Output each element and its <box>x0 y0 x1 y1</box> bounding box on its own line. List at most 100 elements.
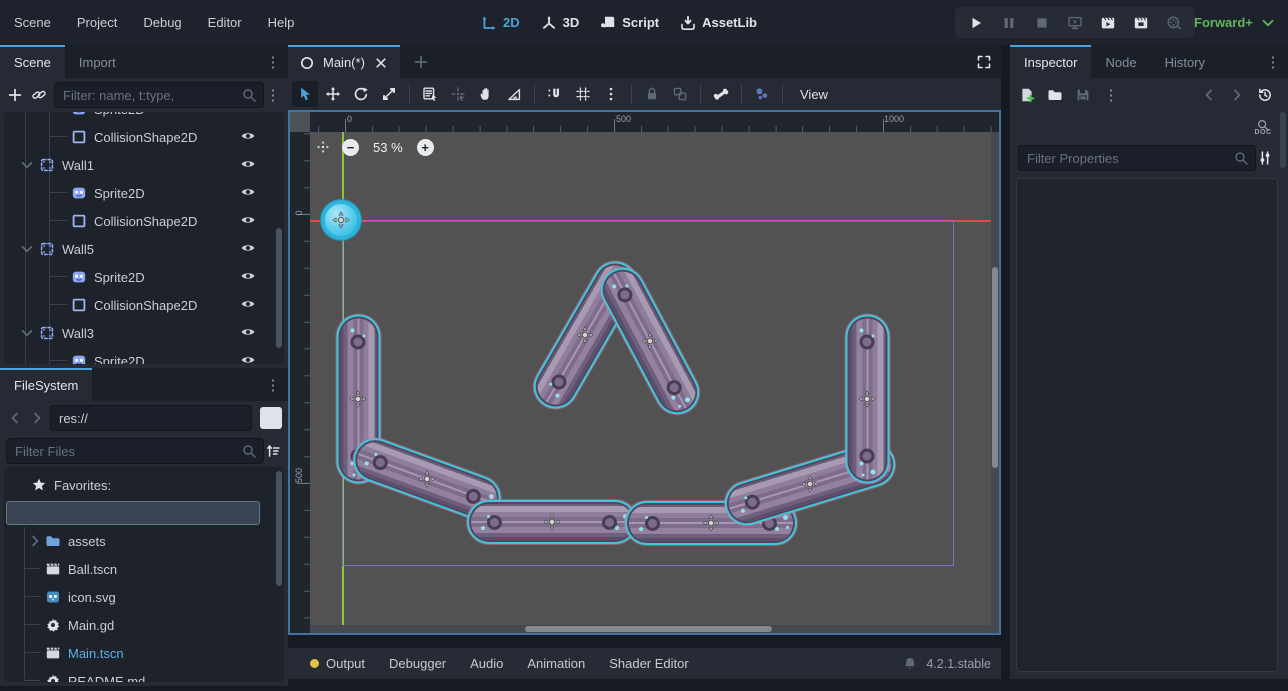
nav-forward-button[interactable] <box>28 409 46 427</box>
menu-project[interactable]: Project <box>77 15 117 30</box>
sort-files-icon[interactable] <box>264 442 282 460</box>
file-row-favorites-[interactable]: Favorites: <box>4 471 276 499</box>
nav-back-button[interactable] <box>6 409 24 427</box>
scale-tool-button[interactable] <box>376 81 402 107</box>
play-custom-scene-icon[interactable] <box>1132 14 1150 32</box>
file-row-res-[interactable]: res:// <box>4 499 276 527</box>
ruler-tool-button[interactable] <box>501 81 527 107</box>
toggle-split-mode-button[interactable] <box>260 407 282 429</box>
grid-snap-button[interactable] <box>570 81 596 107</box>
filesystem-menu-button[interactable]: ⋮ <box>264 376 282 394</box>
filter-options-icon[interactable] <box>1256 149 1274 167</box>
save-resource-icon[interactable] <box>1074 86 1092 104</box>
collapse-icon[interactable] <box>18 240 36 258</box>
resource-menu-button[interactable]: ⋮ <box>1102 86 1120 104</box>
smart-snap-button[interactable] <box>542 81 568 107</box>
tree-row-sprite2d-0[interactable]: Sprite2D <box>4 112 276 123</box>
add-node-button[interactable] <box>6 86 24 104</box>
horizontal-scrollbar-thumb[interactable] <box>525 626 772 632</box>
visibility-eye-icon[interactable] <box>240 324 258 342</box>
menu-debug[interactable]: Debug <box>143 15 181 30</box>
visibility-eye-icon[interactable] <box>240 112 258 118</box>
canvas-2d[interactable] <box>310 132 995 629</box>
play-scene-icon[interactable] <box>1099 14 1117 32</box>
view-menu-button[interactable]: View <box>790 87 838 102</box>
open-docs-button[interactable]: DOC <box>1250 112 1276 142</box>
visibility-eye-icon[interactable] <box>240 268 258 286</box>
history-back-icon[interactable] <box>1200 86 1218 104</box>
visibility-eye-icon[interactable] <box>240 128 258 146</box>
inspector-scrollbar[interactable] <box>1280 112 1286 672</box>
notification-bell-icon[interactable] <box>901 655 919 673</box>
tree-row-sprite2d-6[interactable]: Sprite2D <box>4 263 276 291</box>
file-row-icon-svg[interactable]: icon.svg <box>4 583 276 611</box>
visibility-eye-icon[interactable] <box>240 156 258 174</box>
menu-scene[interactable]: Scene <box>14 15 51 30</box>
new-resource-icon[interactable] <box>1018 86 1036 104</box>
collapse-icon[interactable] <box>18 156 36 174</box>
play-icon[interactable] <box>967 14 985 32</box>
zoom-percentage[interactable]: 53 % <box>373 140 403 155</box>
zoom-out-button[interactable]: − <box>342 139 359 156</box>
lock-object-button[interactable] <box>639 81 665 107</box>
load-resource-icon[interactable] <box>1046 86 1064 104</box>
snap-menu-dots-button[interactable] <box>598 81 624 107</box>
menu-editor[interactable]: Editor <box>208 15 242 30</box>
history-forward-icon[interactable] <box>1228 86 1246 104</box>
visibility-eye-icon[interactable] <box>240 212 258 230</box>
file-row-assets[interactable]: assets <box>4 527 276 555</box>
tree-row-collisionshape2d-7[interactable]: CollisionShape2D <box>4 291 276 319</box>
skeleton-bone-button[interactable] <box>708 81 734 107</box>
tree-row-wall1-2[interactable]: Wall1 <box>4 151 276 179</box>
scene-dock-menu-button[interactable]: ⋮ <box>264 86 282 104</box>
menu-help[interactable]: Help <box>268 15 295 30</box>
bottom-tab-debugger[interactable]: Debugger <box>377 648 458 679</box>
tab-inspector[interactable]: Inspector <box>1010 45 1091 78</box>
skeleton-options-button[interactable] <box>749 81 775 107</box>
center-view-icon[interactable] <box>314 138 332 156</box>
scene-tabs-menu-button[interactable]: ⋮ <box>264 53 282 71</box>
visibility-eye-icon[interactable] <box>240 352 258 364</box>
chevron-right-icon[interactable] <box>26 532 44 550</box>
play-remote-icon[interactable] <box>1066 14 1084 32</box>
movie-maker-icon[interactable] <box>1165 14 1183 32</box>
group-object-button[interactable] <box>667 81 693 107</box>
select-tool-button[interactable] <box>292 81 318 107</box>
switch-2d[interactable]: 2D <box>480 14 520 32</box>
rotate-tool-button[interactable] <box>348 81 374 107</box>
file-row-ball-tscn[interactable]: Ball.tscn <box>4 555 276 583</box>
list-select-tool-button[interactable] <box>417 81 443 107</box>
scene-tree-scrollbar[interactable] <box>276 228 282 348</box>
close-icon[interactable] <box>372 54 390 72</box>
tree-row-sprite2d-3[interactable]: Sprite2D <box>4 179 276 207</box>
bottom-tab-audio[interactable]: Audio <box>458 648 515 679</box>
property-filter-input[interactable] <box>1018 145 1256 171</box>
visibility-eye-icon[interactable] <box>240 184 258 202</box>
select-pivot-tool-button[interactable] <box>445 81 471 107</box>
collapse-icon[interactable] <box>18 324 36 342</box>
tree-row-wall3-8[interactable]: Wall3 <box>4 319 276 347</box>
zoom-in-button[interactable]: + <box>417 139 434 156</box>
tab-node[interactable]: Node <box>1091 45 1150 78</box>
pause-icon[interactable] <box>1000 14 1018 32</box>
inspector-scrollbar-thumb[interactable] <box>1280 112 1286 168</box>
path-field[interactable] <box>50 405 252 431</box>
tree-row-wall5-5[interactable]: Wall5 <box>4 235 276 263</box>
tree-row-collisionshape2d-4[interactable]: CollisionShape2D <box>4 207 276 235</box>
stop-icon[interactable] <box>1033 14 1051 32</box>
filesystem-scrollbar[interactable] <box>276 471 282 586</box>
visibility-eye-icon[interactable] <box>240 296 258 314</box>
file-row-main-tscn[interactable]: Main.tscn <box>4 639 276 667</box>
switch-assetlib[interactable]: AssetLib <box>679 14 757 32</box>
file-filter-input[interactable] <box>6 438 264 464</box>
viewport-2d[interactable]: 05001000 0500 − 53 % + <box>288 110 1001 635</box>
add-scene-button[interactable] <box>412 53 430 71</box>
file-row-main-gd[interactable]: Main.gd <box>4 611 276 639</box>
history-clock-icon[interactable] <box>1256 86 1274 104</box>
bottom-tab-animation[interactable]: Animation <box>515 648 597 679</box>
switch-3d[interactable]: 3D <box>540 14 580 32</box>
bottom-tab-shader-editor[interactable]: Shader Editor <box>597 648 701 679</box>
renderer-dropdown[interactable]: Forward+ <box>1194 0 1277 45</box>
tree-row-sprite2d-9[interactable]: Sprite2D <box>4 347 276 364</box>
visibility-eye-icon[interactable] <box>240 240 258 258</box>
